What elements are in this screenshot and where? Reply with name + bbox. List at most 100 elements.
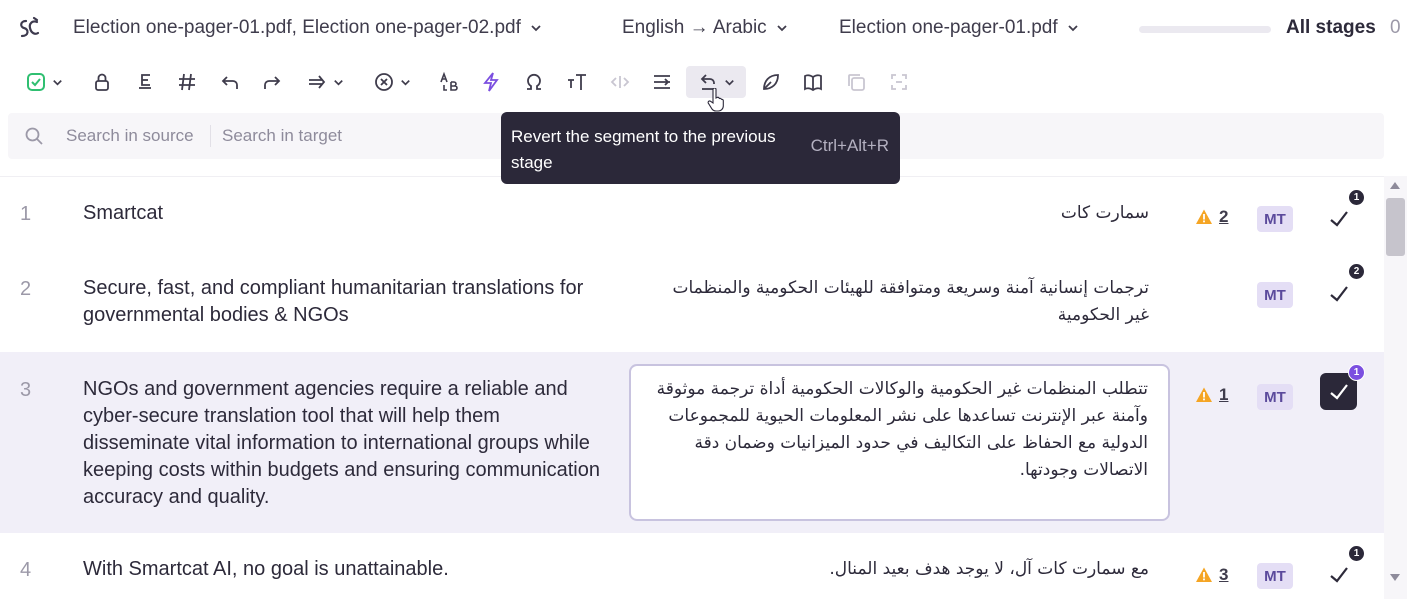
code-icon [610,76,630,88]
comment-icon [763,74,779,90]
chevron-down-icon [333,79,343,86]
chevron-down-icon [724,79,734,86]
search-target-input[interactable] [214,123,352,149]
checkmark-icon [1329,210,1348,227]
scroll-down-arrow-icon[interactable] [1390,574,1400,581]
confirm-segment-button[interactable] [1320,275,1357,312]
document-selector[interactable]: Election one-pager-01.pdf [839,17,1080,39]
document-selector-label: Election one-pager-01.pdf [839,17,1058,38]
segment-number: 4 [20,559,32,581]
tags-icon [179,73,195,91]
checkmark-icon [1329,566,1348,583]
split-icon [654,75,670,89]
stage-badge: 1 [1348,545,1365,562]
confirm-segment-button[interactable] [1320,556,1357,593]
add-comment-button[interactable] [759,66,783,98]
confirm-segment-button[interactable] [1320,200,1357,237]
lock-segment-button[interactable] [90,66,114,98]
search-source-input[interactable] [58,123,206,149]
files-selector-label: Election one-pager-01.pdf, Election one-… [73,17,521,38]
glossary-button[interactable] [801,66,825,98]
warning-icon [1196,387,1212,402]
checkmark-icon [1329,383,1348,400]
warning-count: 2 [1219,207,1229,226]
merge-segments-button[interactable] [887,66,911,98]
scroll-up-arrow-icon[interactable] [1390,182,1400,189]
segment-row[interactable]: 1 Smartcat سمارت كات 2 MT 1 [0,177,1384,252]
copy-source-button[interactable] [133,66,157,98]
case-icon [440,71,458,91]
segment-row[interactable]: 4 With Smartcat AI, no goal is unattaina… [0,533,1384,599]
segment-row[interactable]: 2 Secure, fast, and compliant humanitari… [0,252,1384,352]
move-segment-button[interactable] [302,66,348,98]
segment-row-selected[interactable]: 3 NGOs and government agencies require a… [0,352,1384,533]
checkmark-icon [1329,285,1348,302]
chevron-down-icon [52,79,62,86]
stages-selector[interactable]: All stages [1286,17,1376,39]
segment-source: With Smartcat AI, no goal is unattainabl… [83,558,449,580]
language-pair-selector[interactable]: English → Arabic [622,17,789,39]
lock-icon [95,73,109,91]
warning-icon [1196,567,1212,582]
editor-toolbar [0,58,1407,104]
segment-warnings[interactable]: 3 [1195,565,1228,585]
mt-badge: MT [1257,206,1293,232]
omega-icon [527,73,541,90]
clear-icon [374,73,393,91]
segment-target[interactable]: ترجمات إنسانية آمنة وسريعة ومتوافقة للهي… [649,275,1150,329]
confirm-segment-button[interactable] [18,66,70,98]
chevron-down-icon [531,25,541,32]
warning-icon [1196,209,1212,224]
undo-button[interactable] [218,66,242,98]
segment-number: 3 [20,379,32,401]
segment-list: 1 Smartcat سمارت كات 2 MT 1 2 Secure, fa… [0,176,1384,599]
search-icon [25,127,43,145]
mt-badge: MT [1257,384,1293,410]
stage-badge: 2 [1348,263,1365,280]
segment-warnings[interactable]: 2 [1195,207,1228,227]
segment-number: 2 [20,278,32,300]
change-case-button[interactable] [437,66,461,98]
lightning-icon [483,72,499,92]
language-pair-label: English → Arabic [622,17,767,38]
warning-count: 1 [1219,385,1229,404]
mt-badge: MT [1257,563,1293,589]
segment-target[interactable]: تتطلب المنظمات غير الحكومية والوكالات ال… [631,366,1168,484]
hand-cursor-icon [707,88,724,112]
target-editor[interactable]: تتطلب المنظمات غير الحكومية والوكالات ال… [629,364,1170,521]
top-header: Election one-pager-01.pdf, Election one-… [0,0,1407,58]
segment-warnings[interactable]: 1 [1195,385,1228,405]
split-segment-button[interactable] [650,66,674,98]
segment-target[interactable]: سمارت كات [649,200,1149,227]
redo-icon [264,76,281,89]
search-divider [210,125,211,147]
segment-target[interactable]: مع سمارت كات آل، لا يوجد هدف بعيد المنال… [649,556,1149,583]
insert-tags-button[interactable] [175,66,199,98]
text-format-button[interactable] [565,66,589,98]
copy-source-icon [139,74,151,89]
glossary-icon [804,74,822,92]
merge-icon [891,74,907,90]
duplicate-button[interactable] [844,66,868,98]
revert-stage-tooltip: Revert the segment to the previous stage… [501,112,900,184]
scroll-thumb[interactable] [1386,198,1405,256]
duplicate-icon [848,74,865,91]
pretranslate-button[interactable] [479,66,503,98]
smartcat-logo-icon[interactable] [16,16,40,42]
chevron-down-icon [1068,25,1078,32]
vertical-scrollbar[interactable] [1384,176,1407,599]
segment-number: 1 [20,203,32,225]
clear-target-button[interactable] [370,66,414,98]
undo-icon [221,76,238,89]
redo-button[interactable] [260,66,284,98]
stage-badge: 1 [1348,189,1365,206]
segment-source: NGOs and government agencies require a r… [83,378,600,508]
special-characters-button[interactable] [522,66,546,98]
files-selector[interactable]: Election one-pager-01.pdf, Election one-… [73,17,543,39]
chevron-down-icon [777,25,787,32]
text-format-icon [568,74,586,90]
insert-code-button[interactable] [608,66,632,98]
mt-badge: MT [1257,282,1293,308]
warning-count: 3 [1219,565,1229,584]
tooltip-text: Revert the segment to the previous stage [511,127,776,172]
